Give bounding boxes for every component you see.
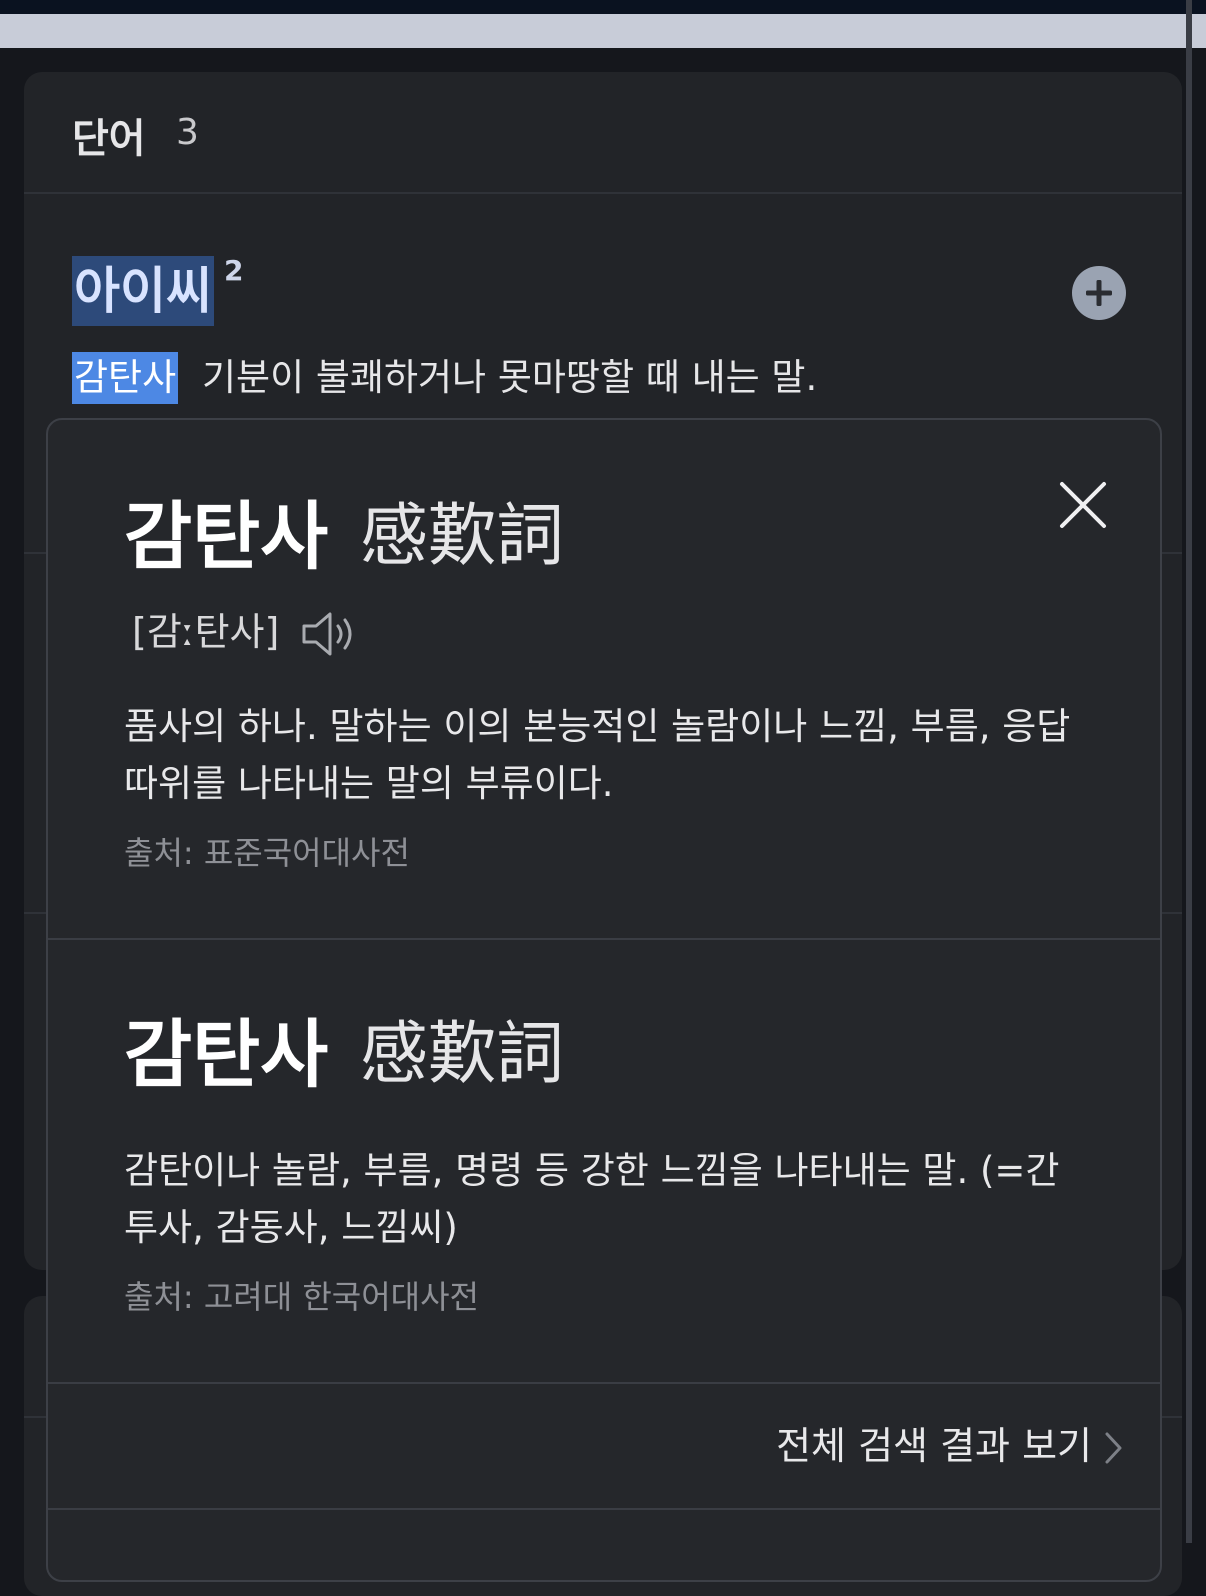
popup-entry-source: 출처: 고려대 한국어대사전 bbox=[124, 1278, 479, 1316]
plus-icon bbox=[1086, 280, 1112, 306]
popup-divider bbox=[48, 1508, 1160, 1510]
scrollbar[interactable] bbox=[1186, 0, 1192, 1543]
pos-definition-popup: 감탄사 感歎詞 [감ː탄사] 품사의 하나. 말하는 이의 본능적인 놀람이나 … bbox=[46, 418, 1162, 1582]
close-icon[interactable] bbox=[1048, 470, 1118, 540]
section-count: 3 bbox=[176, 112, 199, 153]
part-of-speech-tag[interactable]: 감탄사 bbox=[72, 352, 179, 404]
see-all-results-link[interactable]: 전체 검색 결과 보기 bbox=[776, 1420, 1092, 1472]
speaker-icon[interactable] bbox=[300, 610, 362, 658]
popup-entry-hanja: 感歎詞 bbox=[360, 1015, 565, 1094]
popup-entry-hanja: 感歎詞 bbox=[360, 497, 565, 576]
section-title: 단어 bbox=[72, 116, 146, 162]
popup-entry-definition: 품사의 하나. 말하는 이의 본능적인 놀람이나 느낌, 부름, 응답 따위를 … bbox=[124, 705, 1071, 805]
pronunciation: [감ː탄사] bbox=[132, 610, 280, 654]
entry-definition: 기분이 불쾌하거나 못마땅할 때 내는 말. bbox=[202, 356, 818, 399]
add-to-wordbook-button[interactable] bbox=[1072, 266, 1126, 320]
word-section-header: 단어 3 bbox=[24, 72, 1182, 194]
popup-entry-word: 감탄사 bbox=[124, 1012, 329, 1098]
homonym-number: 2 bbox=[224, 254, 244, 287]
popup-entry-definition: 감탄이나 놀람, 부름, 명령 등 강한 느낌을 나타내는 말. (=간투사, … bbox=[124, 1149, 1060, 1249]
popup-entry-source: 출처: 표준국어대사전 bbox=[124, 834, 410, 872]
chevron-right-icon[interactable] bbox=[1102, 1428, 1126, 1468]
entry-headword[interactable]: 아이씨 bbox=[72, 256, 214, 326]
top-banner bbox=[0, 14, 1206, 48]
popup-entry-word: 감탄사 bbox=[124, 494, 329, 580]
popup-divider bbox=[48, 938, 1160, 940]
status-bar bbox=[0, 0, 1206, 14]
popup-divider bbox=[48, 1382, 1160, 1384]
